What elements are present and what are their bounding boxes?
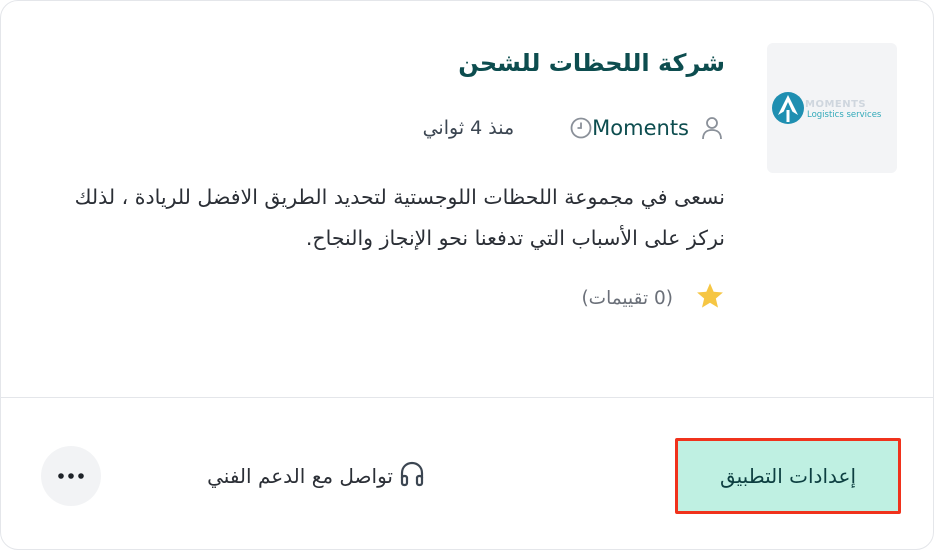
app-title[interactable]: شركة اللحظات للشحن xyxy=(458,49,725,77)
logo-wordmark: MOMENTS xyxy=(805,99,867,110)
clock-icon xyxy=(570,117,592,139)
logo-mark-icon xyxy=(772,92,804,124)
contact-support-link[interactable]: تواصل مع الدعم الفني xyxy=(207,459,425,493)
app-settings-label: إعدادات التطبيق xyxy=(719,464,857,488)
footer-divider xyxy=(1,397,933,398)
app-card: MOMENTS Logistics services شركة اللحظات … xyxy=(0,0,934,550)
headphones-icon xyxy=(399,460,425,492)
author-name[interactable]: Moments xyxy=(592,116,689,140)
published-time: منذ 4 ثواني xyxy=(422,117,515,139)
star-icon xyxy=(695,282,725,314)
contact-support-label: تواصل مع الدعم الفني xyxy=(207,464,393,488)
rating: (0 تقييمات) xyxy=(581,283,725,313)
logo-tagline: Logistics services xyxy=(807,110,882,120)
app-logo: MOMENTS Logistics services xyxy=(767,43,897,173)
user-icon xyxy=(701,116,723,140)
more-dots-icon xyxy=(58,473,84,479)
meta-row: Moments منذ 4 ثواني xyxy=(423,114,723,142)
app-settings-button[interactable]: إعدادات التطبيق xyxy=(675,438,901,514)
app-description: نسعى في مجموعة اللحظات اللوجستية لتحديد … xyxy=(74,185,725,250)
rating-count: (0 تقييمات) xyxy=(581,287,673,309)
more-options-button[interactable] xyxy=(41,446,101,506)
